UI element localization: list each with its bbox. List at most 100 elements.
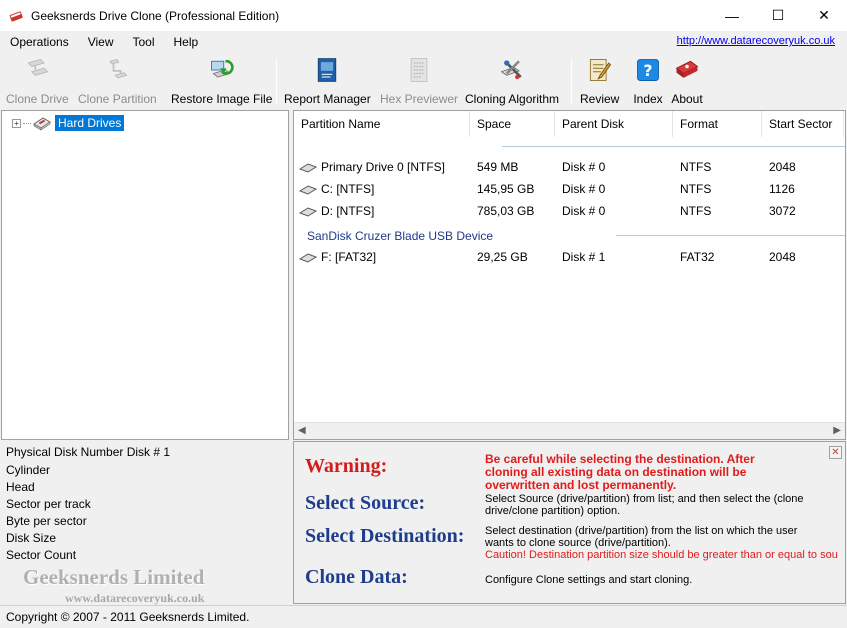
table-row[interactable]: D: [NTFS] 785,03 GB Disk # 0 NTFS 3072 (294, 201, 845, 221)
group-divider (616, 235, 845, 236)
partition-format: NTFS (680, 160, 712, 174)
maximize-button[interactable]: ☐ (755, 0, 801, 31)
warning-heading: Warning: (305, 455, 388, 477)
index-button[interactable]: ? Index (632, 56, 664, 106)
partition-list[interactable]: Partition Name Space Parent Disk Format … (293, 110, 846, 440)
app-icon (9, 10, 23, 22)
partition-start-sector: 3072 (769, 204, 796, 218)
window-title: Geeksnerds Drive Clone (Professional Edi… (31, 8, 280, 23)
about-icon (675, 60, 699, 78)
partition-format: NTFS (680, 182, 712, 196)
menu-view[interactable]: View (78, 31, 123, 53)
toolbar-separator (276, 58, 277, 104)
partition-icon (299, 163, 317, 173)
partition-disk: Disk # 0 (562, 204, 606, 218)
partition-start-sector: 2048 (769, 250, 796, 264)
partition-disk: Disk # 1 (562, 250, 606, 264)
report-manager-button[interactable]: Report Manager (284, 56, 371, 106)
destination-heading: Select Destination: (305, 525, 465, 547)
hex-previewer-icon (410, 58, 428, 82)
info-cylinder: Cylinder (6, 463, 51, 477)
restore-image-icon (210, 59, 234, 78)
clone-partition-icon (109, 59, 128, 79)
toolbar: Clone Drive Clone Partition Restore Imag… (0, 54, 847, 108)
brand-url: www.datarecoveryuk.co.uk (65, 591, 205, 605)
partition-name: F: [FAT32] (321, 250, 377, 264)
partition-name: C: [NTFS] (321, 182, 375, 196)
scroll-left-icon[interactable]: ◀ (298, 425, 306, 436)
drive-tree[interactable]: + Hard Drives (1, 110, 289, 440)
partition-icon (299, 253, 317, 263)
partition-disk: Disk # 0 (562, 160, 606, 174)
column-start-sector[interactable]: Start Sector (762, 111, 844, 137)
restore-image-button[interactable]: Restore Image File (171, 56, 272, 106)
column-partition-name[interactable]: Partition Name (294, 111, 470, 137)
info-disk-size: Disk Size (6, 531, 57, 545)
hex-previewer-button[interactable]: Hex Previewer (380, 56, 458, 106)
partition-disk: Disk # 0 (562, 182, 606, 196)
title-bar: Geeksnerds Drive Clone (Professional Edi… (0, 0, 847, 31)
list-header: Partition Name Space Parent Disk Format … (294, 111, 845, 137)
tree-item-label[interactable]: Hard Drives (55, 115, 125, 131)
cloning-algorithm-icon (500, 60, 522, 80)
minimize-button[interactable]: — (709, 0, 755, 31)
horizontal-scrollbar[interactable]: ◀ ▶ (294, 422, 845, 439)
menu-tool[interactable]: Tool (123, 31, 164, 53)
clone-data-text: Configure Clone settings and start cloni… (485, 574, 693, 586)
group-title: SanDisk Cruzer Blade USB Device (307, 229, 494, 243)
partition-format: FAT32 (680, 250, 715, 264)
status-bar: Copyright © 2007 - 2011 Geeksnerds Limit… (0, 605, 847, 628)
caution-text: Caution! Destination partition size shou… (485, 549, 838, 561)
partition-start-sector: 1126 (769, 182, 795, 196)
help-panel: ✕ Warning: Be careful while selecting th… (293, 441, 846, 604)
expand-icon[interactable]: + (12, 118, 21, 128)
partition-space: 785,03 GB (477, 204, 535, 218)
info-sector-per-track: Sector per track (6, 497, 91, 511)
menu-operations[interactable]: Operations (0, 31, 78, 53)
partition-icon (299, 207, 317, 217)
partition-name: Primary Drive 0 [NTFS] (321, 160, 446, 174)
info-disk-number: Physical Disk Number Disk # 1 (6, 445, 171, 459)
destination-text: Select destination (drive/partition) fro… (485, 525, 845, 561)
menu-help[interactable]: Help (164, 31, 208, 53)
clone-drive-icon (27, 59, 49, 76)
disk-info-panel: Physical Disk Number Disk # 1 Cylinder H… (1, 441, 289, 605)
source-text: Select Source (drive/partition) from lis… (485, 493, 804, 517)
group-divider (502, 146, 845, 147)
help-icon: ? (637, 59, 659, 81)
website-link[interactable]: http://www.datarecoveryuk.co.uk (677, 35, 835, 47)
source-heading: Select Source: (305, 492, 426, 514)
column-format[interactable]: Format (673, 111, 762, 137)
about-button[interactable]: About (671, 56, 703, 106)
cloning-algorithm-button[interactable]: Cloning Algorithm (465, 56, 559, 106)
tree-item-hard-drives[interactable]: + Hard Drives (12, 115, 125, 131)
partition-format: NTFS (680, 204, 712, 218)
clone-data-heading: Clone Data: (305, 566, 408, 588)
partition-space: 549 MB (477, 160, 519, 174)
table-row[interactable]: Primary Drive 0 [NTFS] 549 MB Disk # 0 N… (294, 157, 845, 177)
review-icon (589, 59, 611, 81)
partition-icon (299, 185, 317, 195)
table-row[interactable]: C: [NTFS] 145,95 GB Disk # 0 NTFS 1126 (294, 179, 845, 199)
table-row[interactable]: F: [FAT32] 29,25 GB Disk # 1 FAT32 2048 (294, 247, 845, 267)
tree-connector (23, 122, 31, 124)
hard-drive-icon (33, 117, 51, 131)
column-parent-disk[interactable]: Parent Disk (555, 111, 673, 137)
partition-space: 145,95 GB (477, 182, 535, 196)
toolbar-separator (571, 58, 572, 104)
clone-drive-button[interactable]: Clone Drive (6, 56, 69, 106)
info-sector-count: Sector Count (6, 548, 77, 562)
column-space[interactable]: Space (470, 111, 555, 137)
scroll-right-icon[interactable]: ▶ (833, 425, 841, 436)
clone-partition-button[interactable]: Clone Partition (78, 56, 157, 106)
partition-space: 29,25 GB (477, 250, 528, 264)
close-button[interactable]: ✕ (801, 0, 847, 31)
partition-start-sector: 2048 (769, 160, 796, 174)
copyright-text: Copyright © 2007 - 2011 Geeksnerds Limit… (6, 610, 250, 624)
partition-name: D: [NTFS] (321, 204, 375, 218)
review-button[interactable]: Review (580, 56, 619, 106)
warning-text: Be careful while selecting the destinati… (485, 452, 755, 492)
menu-bar: Operations View Tool Help http://www.dat… (0, 31, 847, 53)
info-byte-per-sector: Byte per sector (6, 514, 87, 528)
svg-text:?: ? (643, 61, 652, 80)
